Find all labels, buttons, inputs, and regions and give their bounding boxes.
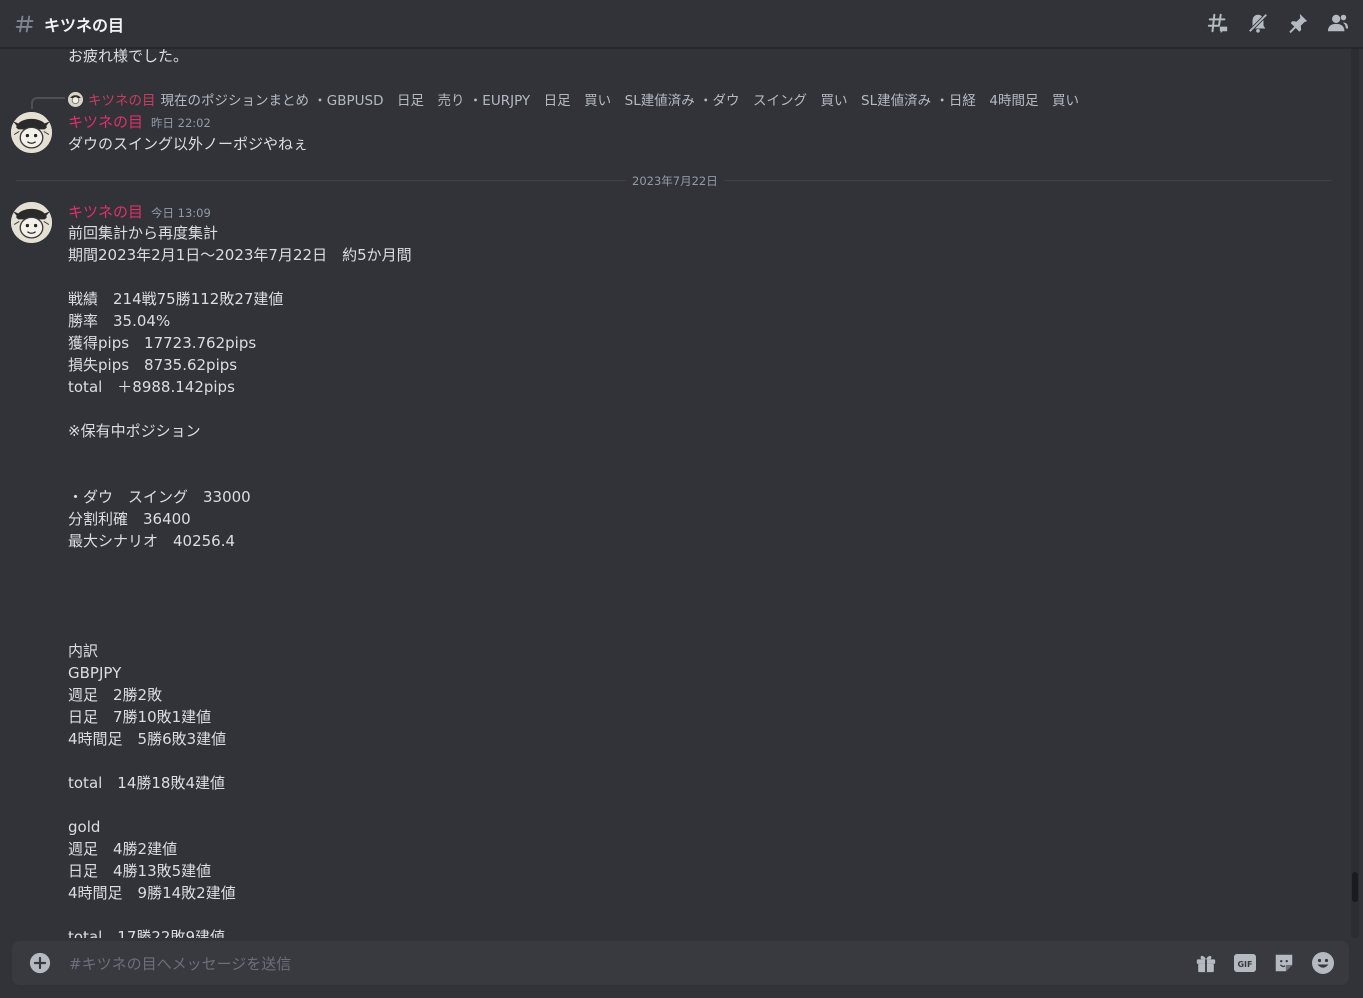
scrollbar-track[interactable] xyxy=(1351,48,1359,938)
message-line xyxy=(68,904,412,926)
upload-plus-icon[interactable] xyxy=(29,952,51,974)
message-header: キツネの目 今日 13:09 xyxy=(68,201,211,222)
scrollbar-thumb[interactable] xyxy=(1352,872,1358,902)
message-line: 分割利確 36400 xyxy=(68,510,191,528)
threads-icon[interactable] xyxy=(1207,12,1229,34)
reply-spine xyxy=(31,97,65,109)
gif-icon[interactable]: GIF xyxy=(1233,951,1257,975)
gift-icon[interactable] xyxy=(1194,951,1218,975)
emoji-icon[interactable] xyxy=(1311,951,1335,975)
message-line: 最大シナリオ 40256.4 xyxy=(68,532,236,550)
message-list: お疲れ様でした。 キツネの目 現在のポジションまとめ ・GBPUSD 日足 売り… xyxy=(0,48,1346,938)
message-line xyxy=(68,794,412,816)
message-line xyxy=(68,442,412,464)
previous-message-text: お疲れ様でした。 xyxy=(68,48,189,65)
avatar[interactable] xyxy=(11,202,52,243)
text-channel-hash-icon xyxy=(14,13,36,35)
message-line: 獲得pips 17723.762pips xyxy=(68,334,257,352)
username[interactable]: キツネの目 xyxy=(68,201,143,222)
message-body: 前回集計から再度集計 期間2023年2月1日〜2023年7月22日 約5か月間 … xyxy=(68,222,412,938)
message-line: total 17勝22敗9建値 xyxy=(68,928,226,938)
member-list-icon[interactable] xyxy=(1327,12,1349,34)
reply-avatar xyxy=(68,91,83,107)
message-line xyxy=(68,618,412,640)
message-line: gold xyxy=(68,818,101,836)
message-line: 4時間足 5勝6敗3建値 xyxy=(68,730,227,748)
username[interactable]: キツネの目 xyxy=(68,111,143,132)
date-divider-label: 2023年7月22日 xyxy=(626,173,724,189)
message-line: total ＋8988.142pips xyxy=(68,378,235,396)
message-line: 勝率 35.04% xyxy=(68,312,171,330)
message-line: 戦績 214戦75勝112敗27建値 xyxy=(68,290,284,308)
message-line: 前回集計から再度集計 xyxy=(68,224,219,242)
message-line: ※保有中ポジション xyxy=(68,422,201,440)
message-line: 期間2023年2月1日〜2023年7月22日 約5か月間 xyxy=(68,246,412,264)
message-input[interactable] xyxy=(67,941,1171,987)
message-line: 日足 4勝13敗5建値 xyxy=(68,862,212,880)
message-line: ・ダウ スイング 33000 xyxy=(68,488,251,506)
timestamp: 今日 13:09 xyxy=(151,206,211,220)
channel-name: キツネの目 xyxy=(44,15,125,35)
message-line: 損失pips 8735.62pips xyxy=(68,356,238,374)
message-line xyxy=(68,574,412,596)
message-line xyxy=(68,266,412,288)
message-line: 4時間足 9勝14敗2建値 xyxy=(68,884,236,902)
reply-snippet[interactable]: 現在のポジションまとめ ・GBPUSD 日足 売り ・EURJPY 日足 買い … xyxy=(161,89,1080,109)
reply-author-name[interactable]: キツネの目 xyxy=(88,89,156,109)
message-line xyxy=(68,398,412,420)
message-line xyxy=(68,750,412,772)
message-line: 内訳 xyxy=(68,642,99,660)
message-text: ダウのスイング以外ノーポジやねぇ xyxy=(68,135,309,153)
message-line: 週足 4勝2建値 xyxy=(68,840,178,858)
timestamp: 昨日 22:02 xyxy=(151,116,211,130)
message-header: キツネの目 昨日 22:02 xyxy=(68,111,211,132)
pin-icon[interactable] xyxy=(1287,12,1309,34)
message-line: GBPJPY xyxy=(68,664,122,682)
mute-notification-icon[interactable] xyxy=(1247,12,1269,34)
channel-header: キツネの目 xyxy=(0,0,1363,48)
gif-label: GIF xyxy=(1237,960,1252,969)
message-composer: GIF xyxy=(12,941,1349,987)
sticker-icon[interactable] xyxy=(1272,951,1296,975)
reply-preview[interactable]: キツネの目 現在のポジションまとめ ・GBPUSD 日足 売り ・EURJPY … xyxy=(68,89,1079,109)
message-line: total 14勝18敗4建値 xyxy=(68,774,226,792)
message-line xyxy=(68,464,412,486)
message-line xyxy=(68,552,412,574)
message-line: 日足 7勝10敗1建値 xyxy=(68,708,212,726)
message-line: 週足 2勝2敗 xyxy=(68,686,163,704)
message-line xyxy=(68,596,412,618)
avatar[interactable] xyxy=(11,112,52,153)
